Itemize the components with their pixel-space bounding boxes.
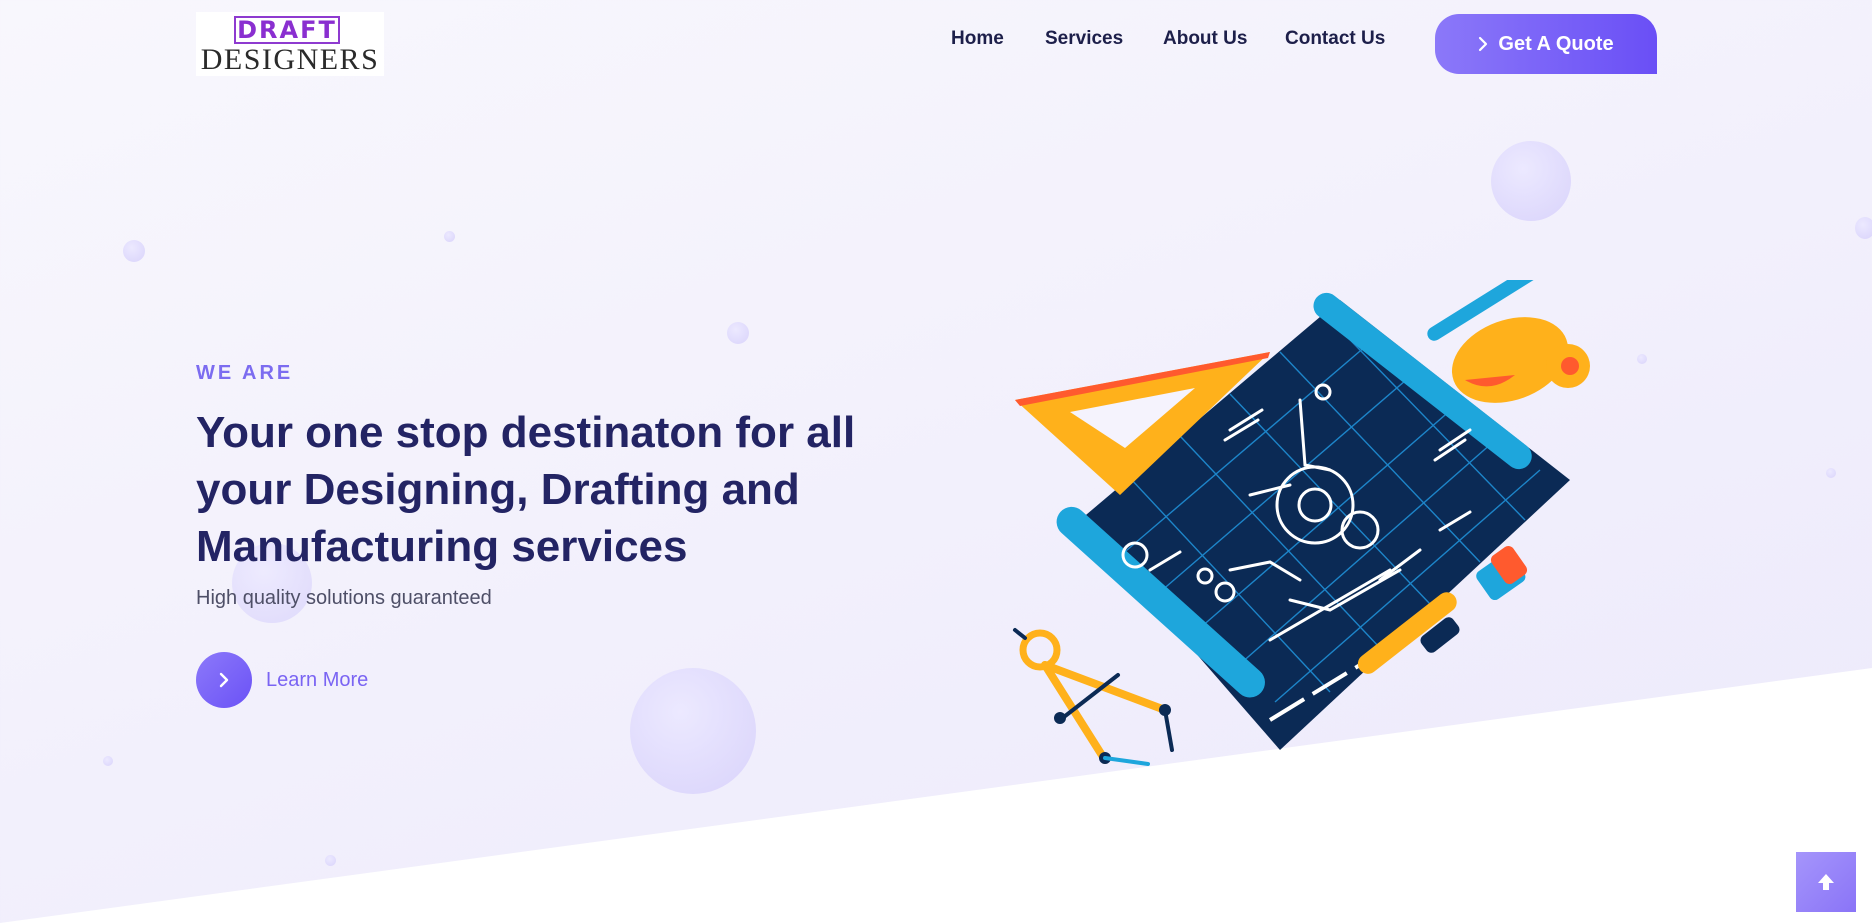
learn-more-button[interactable]: Learn More [196, 652, 368, 708]
nav-item-services[interactable]: Services [1045, 28, 1123, 50]
logo-box-text: DRAFT [234, 16, 340, 44]
bg-bubble [1826, 468, 1836, 478]
scroll-to-top-button[interactable] [1796, 852, 1856, 912]
bg-bubble [727, 322, 749, 344]
bg-bubble [444, 231, 455, 242]
bg-bubble [123, 240, 145, 262]
blueprint-drafting-illustration [1013, 280, 1590, 766]
nav-item-about-us[interactable]: About Us [1163, 28, 1247, 50]
bg-bubble [630, 668, 756, 794]
site-header: DRAFT DESIGNERS Home Services About Us C… [0, 0, 1872, 90]
get-a-quote-label: Get A Quote [1498, 32, 1614, 55]
bg-bubble [1855, 217, 1872, 239]
hero-title: Your one stop destinaton for all your De… [196, 408, 856, 571]
hero-subtitle: High quality solutions guaranteed [196, 587, 492, 609]
bg-bubble [1637, 354, 1647, 364]
bg-bubble [1491, 141, 1571, 221]
bg-bubble [325, 855, 336, 866]
chevron-right-icon [219, 672, 229, 688]
nav-item-contact-us[interactable]: Contact Us [1285, 28, 1385, 50]
learn-more-label[interactable]: Learn More [266, 669, 368, 692]
site-logo[interactable]: DRAFT DESIGNERS [196, 12, 384, 76]
logo-wordmark: DESIGNERS [200, 43, 380, 76]
hero-eyebrow: WE ARE [196, 362, 294, 384]
get-a-quote-button[interactable]: Get A Quote [1435, 14, 1657, 74]
bg-bubble [103, 756, 113, 766]
chevron-right-icon [1479, 36, 1488, 52]
learn-more-circle[interactable] [196, 652, 252, 708]
compass [1013, 628, 1174, 766]
nav-item-home[interactable]: Home [951, 28, 1004, 50]
arrow-up-icon [1818, 874, 1834, 890]
